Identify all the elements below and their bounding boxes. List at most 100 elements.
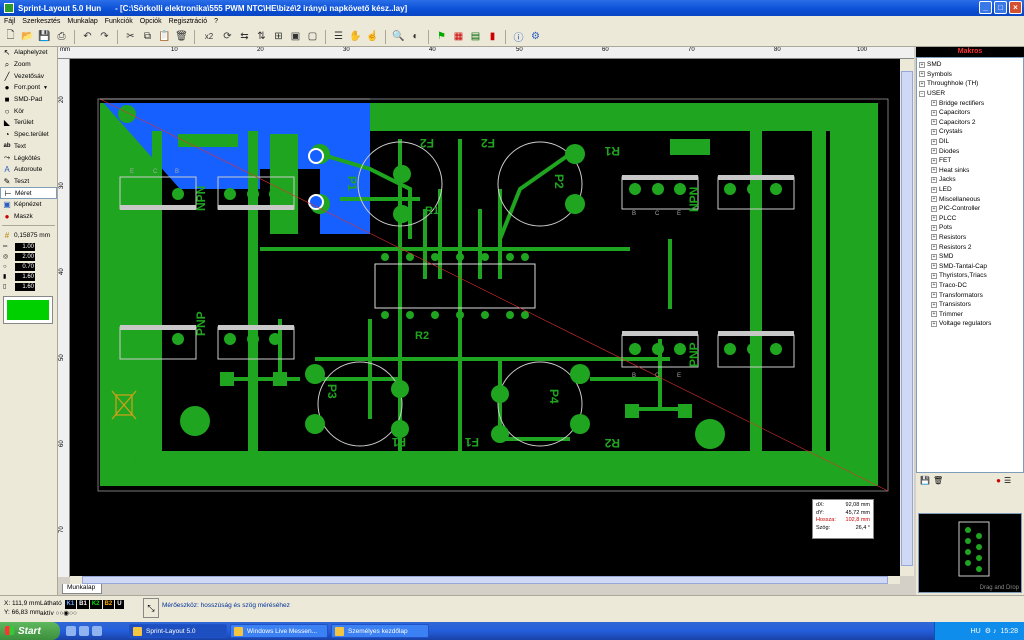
macro-menu-icon[interactable]: ☰ <box>1004 476 1011 485</box>
minimize-button[interactable]: _ <box>979 1 992 14</box>
expand-icon[interactable]: + <box>931 176 937 183</box>
expand-icon[interactable]: + <box>931 138 937 145</box>
expand-icon[interactable]: + <box>931 263 937 270</box>
track-width-input[interactable]: 1.00 <box>15 242 35 251</box>
tree-node[interactable]: + Throughhole (TH) <box>919 79 1023 89</box>
rotate-icon[interactable]: ⟳ <box>220 29 235 44</box>
export-icon[interactable]: ▤ <box>468 29 483 44</box>
tree-node[interactable]: + Thyristors,Triacs <box>919 271 1023 281</box>
horizontal-scrollbar[interactable] <box>70 576 900 584</box>
cut-icon[interactable]: ✂ <box>123 29 138 44</box>
tree-node[interactable]: + LED <box>919 185 1023 195</box>
expand-icon[interactable]: + <box>931 205 937 212</box>
vertical-scrollbar[interactable] <box>900 59 914 576</box>
macro-preview[interactable]: Drag and Drop <box>918 513 1022 593</box>
copy-icon[interactable]: ⧉ <box>140 29 155 44</box>
tool-reset[interactable]: ↖ Alaphelyzet <box>0 47 57 59</box>
expand-icon[interactable]: + <box>931 157 937 164</box>
scroll-thumb[interactable] <box>901 71 913 566</box>
expand-icon[interactable]: + <box>919 71 925 78</box>
delete-macro-icon[interactable]: 🗑 <box>933 476 943 485</box>
search-icon[interactable]: 🔍 <box>391 29 406 44</box>
tree-node[interactable]: + Crystals <box>919 127 1023 137</box>
tree-node[interactable]: + Bridge rectifiers <box>919 98 1023 108</box>
expand-icon[interactable]: + <box>931 253 937 260</box>
close-button[interactable]: × <box>1009 1 1022 14</box>
expand-icon[interactable]: + <box>931 186 937 193</box>
tool-autoroute[interactable]: A Autoroute <box>0 164 57 176</box>
tree-node[interactable]: + FET <box>919 156 1023 166</box>
layer-color-swatch[interactable] <box>3 296 53 324</box>
tool-pad[interactable]: ● Forr.pont ▼ <box>0 82 57 94</box>
expand-icon[interactable]: + <box>931 128 937 135</box>
expand-icon[interactable]: + <box>931 167 937 174</box>
quicklaunch-icon[interactable] <box>79 626 89 636</box>
tree-node[interactable]: + SMD-Tantal-Cap <box>919 261 1023 271</box>
save-icon[interactable]: 💾 <box>37 29 52 44</box>
paste-icon[interactable]: 📋 <box>157 29 172 44</box>
expand-icon[interactable]: + <box>931 272 937 279</box>
task-sprint-layout[interactable]: Sprint-Layout 5.0 <box>129 624 227 638</box>
tool-smd-pad[interactable]: ■ SMD-Pad <box>0 94 57 106</box>
record-icon[interactable]: ● <box>996 476 1001 485</box>
pad-outer-input[interactable]: 2.00 <box>15 252 35 261</box>
pcb-canvas[interactable]: F2 F2 R1 R1 P1 P2 F1 F1 R2 P3 R2 P4 PNP … <box>70 59 900 576</box>
expand-icon[interactable]: + <box>931 292 937 299</box>
save-macro-icon[interactable]: 💾 <box>920 476 930 485</box>
gerber-icon[interactable]: ▦ <box>451 29 466 44</box>
tree-node[interactable]: + Transformators <box>919 290 1023 300</box>
tree-node[interactable]: + SMD <box>919 252 1023 262</box>
tree-node[interactable]: + Heat sinks <box>919 166 1023 176</box>
tree-node[interactable]: + Symbols <box>919 70 1023 80</box>
menu-functions[interactable]: Funkciók <box>105 18 133 25</box>
tool-airwire[interactable]: ⤳ Légkötés <box>0 152 57 164</box>
expand-icon[interactable]: + <box>931 148 937 155</box>
layer-k1-toggle[interactable]: K1 <box>64 600 77 609</box>
expand-icon[interactable]: + <box>931 244 937 251</box>
menu-worksheet[interactable]: Munkalap <box>67 18 97 25</box>
chevron-down-icon[interactable]: ▼ <box>43 85 48 91</box>
contrast-icon[interactable]: ◐ <box>408 29 423 44</box>
tree-node[interactable]: + Capacitors <box>919 108 1023 118</box>
tree-node[interactable]: − USER <box>919 89 1023 99</box>
tree-node[interactable]: + Miscellaneous <box>919 194 1023 204</box>
align-icon[interactable]: ⊞ <box>271 29 286 44</box>
new-file-icon[interactable]: 🗋 <box>3 29 18 44</box>
tool-zone[interactable]: ◣ Terület <box>0 117 57 129</box>
drc-icon[interactable]: ⚑ <box>434 29 449 44</box>
tool-zoom[interactable]: ⌕ Zoom <box>0 59 57 71</box>
zoom-factor-button[interactable]: x2 <box>200 29 218 44</box>
task-messenger[interactable]: Windows Live Messen... <box>230 624 328 638</box>
tool-text[interactable]: ab Text <box>0 141 57 153</box>
expand-icon[interactable]: + <box>931 320 937 327</box>
tool-special-zone[interactable]: ◔ Spec.terület <box>0 129 57 141</box>
layer-b1-toggle[interactable]: B1 <box>77 600 89 609</box>
tree-node[interactable]: + SMD <box>919 60 1023 70</box>
expand-icon[interactable]: + <box>931 215 937 222</box>
tree-node[interactable]: + Voltage regulators <box>919 319 1023 329</box>
tool-mask[interactable]: ● Maszk <box>0 211 57 223</box>
tree-node[interactable]: + DIL <box>919 137 1023 147</box>
collapse-icon[interactable]: − <box>919 90 925 97</box>
tree-node[interactable]: + Jacks <box>919 175 1023 185</box>
print-icon[interactable]: ⎙ <box>54 29 69 44</box>
maximize-button[interactable]: □ <box>994 1 1007 14</box>
tool-circle[interactable]: ○ Kör <box>0 105 57 117</box>
undo-icon[interactable]: ↶ <box>80 29 95 44</box>
menu-help[interactable]: ? <box>214 18 218 25</box>
smd-width-input[interactable]: 1.60 <box>15 272 35 281</box>
tray-icons[interactable]: ⚙ ♪ <box>985 627 997 635</box>
properties-icon[interactable]: ⚙ <box>528 29 543 44</box>
smd-height-input[interactable]: 1.60 <box>15 282 35 291</box>
sheet-tab[interactable]: Munkalap <box>62 584 102 594</box>
menu-options[interactable]: Opciók <box>140 18 162 25</box>
layer-u-toggle[interactable]: U <box>115 600 124 609</box>
expand-icon[interactable]: + <box>931 224 937 231</box>
redo-icon[interactable]: ↷ <box>97 29 112 44</box>
tree-node[interactable]: + Resistors <box>919 233 1023 243</box>
task-homepage[interactable]: Személyes kezdőlap <box>331 624 429 638</box>
pad-inner-input[interactable]: 0.70 <box>15 262 35 271</box>
mirror-v-icon[interactable]: ⇅ <box>254 29 269 44</box>
tool-photoview[interactable]: ▣ Képnézet <box>0 199 57 211</box>
tree-node[interactable]: + PLCC <box>919 214 1023 224</box>
